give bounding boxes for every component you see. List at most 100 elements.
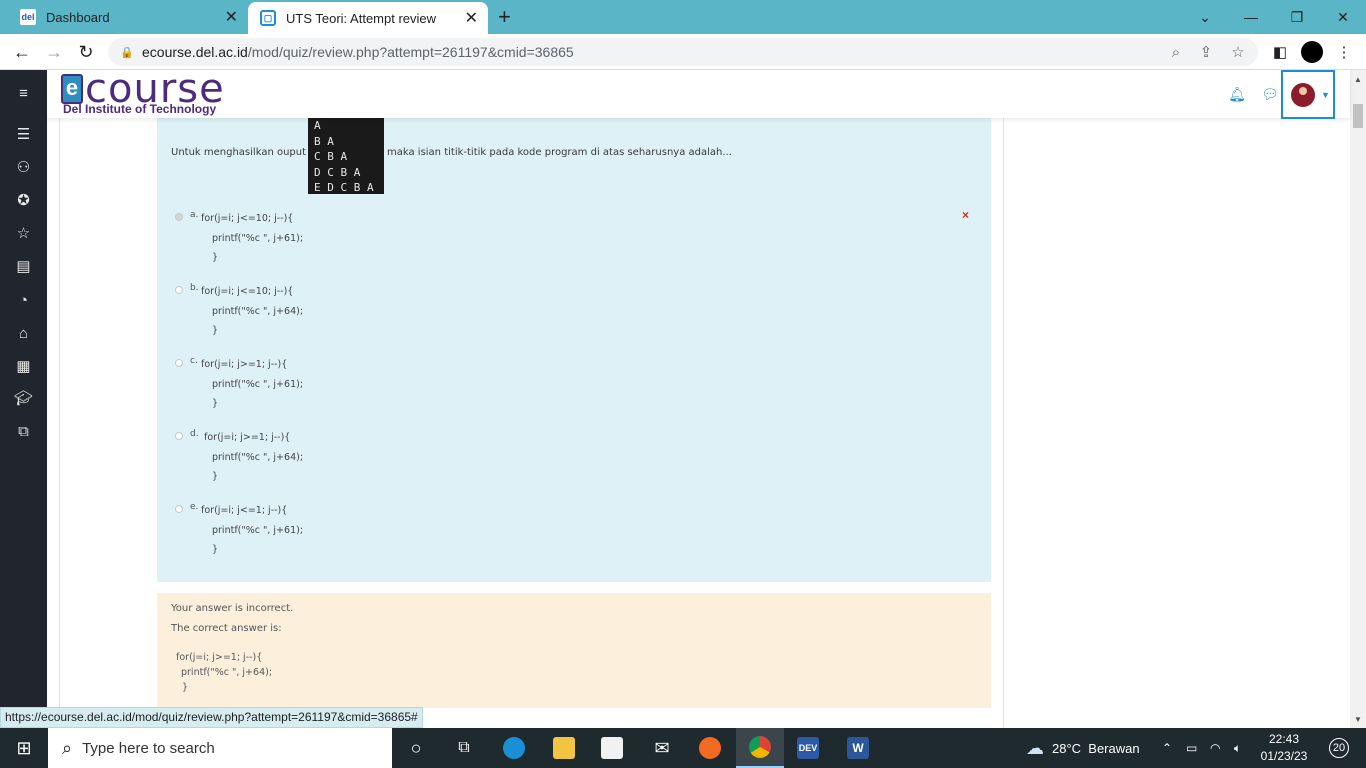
page-scrollbar[interactable]: ▲ ▼ (1350, 70, 1366, 728)
tray-chevron-icon[interactable]: ⌃ (1162, 728, 1172, 768)
output-line: C B A (314, 150, 348, 163)
profile-avatar (1301, 41, 1323, 63)
search-placeholder: Type here to search (82, 739, 215, 757)
option-letter: a. (190, 210, 199, 220)
gradebook-icon[interactable]: ▤ (0, 254, 47, 278)
mail-icon[interactable]: ✉ (638, 728, 686, 768)
cortana-icon[interactable]: ○ (392, 728, 440, 768)
devcpp-icon[interactable]: DEV (784, 728, 832, 768)
messages-icon[interactable]: 💬︎ (1260, 84, 1280, 104)
option-code-line: printf("%c ", j+64); (212, 306, 304, 317)
profile-button[interactable] (1300, 40, 1324, 64)
search-icon: ⌕ (62, 737, 73, 758)
notifications-icon[interactable]: 20 (1322, 728, 1356, 768)
url-text: ecourse.del.ac.id/mod/quiz/review.php?at… (142, 44, 574, 60)
taskbar-search[interactable]: ⌕ Type here to search (48, 728, 392, 768)
home-icon[interactable]: ⌂ (0, 321, 47, 345)
task-view-icon[interactable]: ⧉ (440, 728, 488, 768)
firefox-logo (699, 737, 721, 759)
tab-dashboard[interactable]: del Dashboard ✕ (8, 0, 248, 34)
restore-button[interactable]: ❐ (1274, 0, 1320, 34)
option-code-line: } (212, 471, 219, 482)
option-radio[interactable] (175, 359, 183, 367)
back-button[interactable]: ← (10, 40, 34, 64)
folder-logo (553, 737, 575, 759)
scroll-up-icon[interactable]: ▲ (1350, 72, 1366, 86)
word-icon[interactable]: W (834, 728, 882, 768)
lock-icon: 🔒 (120, 46, 134, 59)
graduation-cap-icon[interactable]: 🎓︎ (0, 386, 47, 410)
option-d[interactable]: d. for(j=i; j>=1; j--){ printf("%c ", j+… (175, 429, 475, 489)
edge-icon[interactable] (490, 728, 538, 768)
tab-attempt-review[interactable]: ▢ UTS Teori: Attempt review ✕ (248, 2, 488, 34)
minimize-button[interactable]: — (1228, 0, 1274, 34)
option-code-line: for(j=i; j>=1; j--){ (201, 359, 288, 370)
zoom-icon[interactable]: ⌕ (1162, 38, 1190, 66)
option-code-line: for(j=i; j>=1; j--){ (201, 432, 291, 443)
wifi-icon[interactable]: ◠ (1210, 728, 1220, 768)
notification-bell-icon[interactable]: 🔔︎ (1227, 84, 1247, 104)
bookmark-star-icon[interactable]: ☆ (1224, 38, 1252, 66)
output-image: A B A C B A D C B A E D C B A (308, 118, 384, 194)
question-text-after: maka isian titik-titik pada kode program… (387, 147, 732, 158)
option-radio[interactable] (175, 432, 183, 440)
menu-dots-icon[interactable]: ⋮ (1332, 40, 1356, 64)
option-code-line: for(j=i; j<=10; j--){ (201, 213, 294, 224)
store-icon[interactable] (588, 728, 636, 768)
badge-icon[interactable]: ✪ (0, 188, 47, 212)
volume-icon[interactable]: 🔈︎ (1234, 728, 1241, 768)
share-icon[interactable]: ⇪ (1192, 38, 1220, 66)
option-a[interactable]: a. for(j=i; j<=10; j--){ printf("%c ", j… (175, 210, 475, 270)
output-line: E D C B A (314, 181, 374, 194)
hamburger-menu-icon[interactable]: ≡ (0, 81, 47, 105)
star-icon[interactable]: ☆ (0, 221, 47, 245)
tab-search-chevron-icon[interactable]: ⌄ (1182, 0, 1228, 34)
ecourse-logo[interactable]: e course Del Institute of Technology (61, 70, 241, 116)
correct-code-line: } (182, 682, 189, 693)
close-tab-icon[interactable]: ✕ (225, 7, 238, 27)
dashboard-gauge-icon[interactable]: ◔ (0, 288, 47, 312)
option-code-line: printf("%c ", j+64); (212, 452, 304, 463)
weather-widget[interactable]: ☁ 28°C Berawan (1026, 728, 1140, 768)
web-page: ≡ ☰ ⚇ ✪ ☆ ▤ ◔ ⌂ ▦ 🎓︎ ⧉ e course Del Inst… (0, 70, 1366, 728)
file-explorer-icon[interactable] (540, 728, 588, 768)
list-icon[interactable]: ☰ (0, 122, 47, 146)
option-e[interactable]: e. for(j=i; j<=1; j--){ printf("%c ", j+… (175, 502, 475, 562)
close-tab-icon[interactable]: ✕ (465, 8, 478, 28)
option-code-line: for(j=i; j<=10; j--){ (201, 286, 294, 297)
question-text-before: Untuk menghasilkan ouput (171, 147, 307, 158)
users-icon[interactable]: ⚇ (0, 155, 47, 179)
option-c[interactable]: c. for(j=i; j>=1; j--){ printf("%c ", j+… (175, 356, 475, 416)
taskbar-clock[interactable]: 22:43 01/23/23 (1258, 731, 1310, 765)
chrome-logo (749, 736, 771, 758)
side-panel-icon[interactable]: ◧ (1268, 40, 1292, 64)
scroll-down-icon[interactable]: ▼ (1350, 712, 1366, 726)
forward-button[interactable]: → (42, 40, 66, 64)
option-letter: e. (190, 502, 199, 512)
option-radio[interactable] (175, 286, 183, 294)
incorrect-mark-icon: × (962, 208, 970, 222)
moodle-icon: ▢ (260, 10, 276, 26)
chrome-icon[interactable] (736, 728, 784, 768)
output-line: A (314, 119, 321, 132)
site-header: e course Del Institute of Technology 🔔︎ … (47, 70, 1350, 119)
option-radio[interactable] (175, 505, 183, 513)
close-window-button[interactable]: ✕ (1320, 0, 1366, 34)
reload-button[interactable]: ↻ (74, 40, 98, 64)
calendar-icon[interactable]: ▦ (0, 354, 47, 378)
feedback-box: Your answer is incorrect. The correct an… (157, 593, 991, 708)
scrollbar-thumb[interactable] (1353, 104, 1363, 128)
option-radio[interactable] (175, 213, 183, 221)
new-tab-button[interactable]: + (498, 4, 511, 30)
option-b[interactable]: b. for(j=i; j<=10; j--){ printf("%c ", j… (175, 283, 475, 343)
files-icon[interactable]: ⧉ (0, 419, 47, 443)
option-code-line: } (212, 325, 219, 336)
del-logo-icon: del (20, 9, 36, 25)
user-menu[interactable]: ▼ (1281, 70, 1335, 119)
address-bar[interactable]: 🔒 ecourse.del.ac.id/mod/quiz/review.php?… (108, 38, 1258, 66)
windows-start-icon[interactable]: ⊞ (0, 728, 48, 768)
link-status-bar: https://ecourse.del.ac.id/mod/quiz/revie… (0, 707, 423, 728)
option-letter: d. (190, 429, 199, 439)
battery-icon[interactable]: ▭ (1186, 728, 1197, 768)
firefox-icon[interactable] (686, 728, 734, 768)
